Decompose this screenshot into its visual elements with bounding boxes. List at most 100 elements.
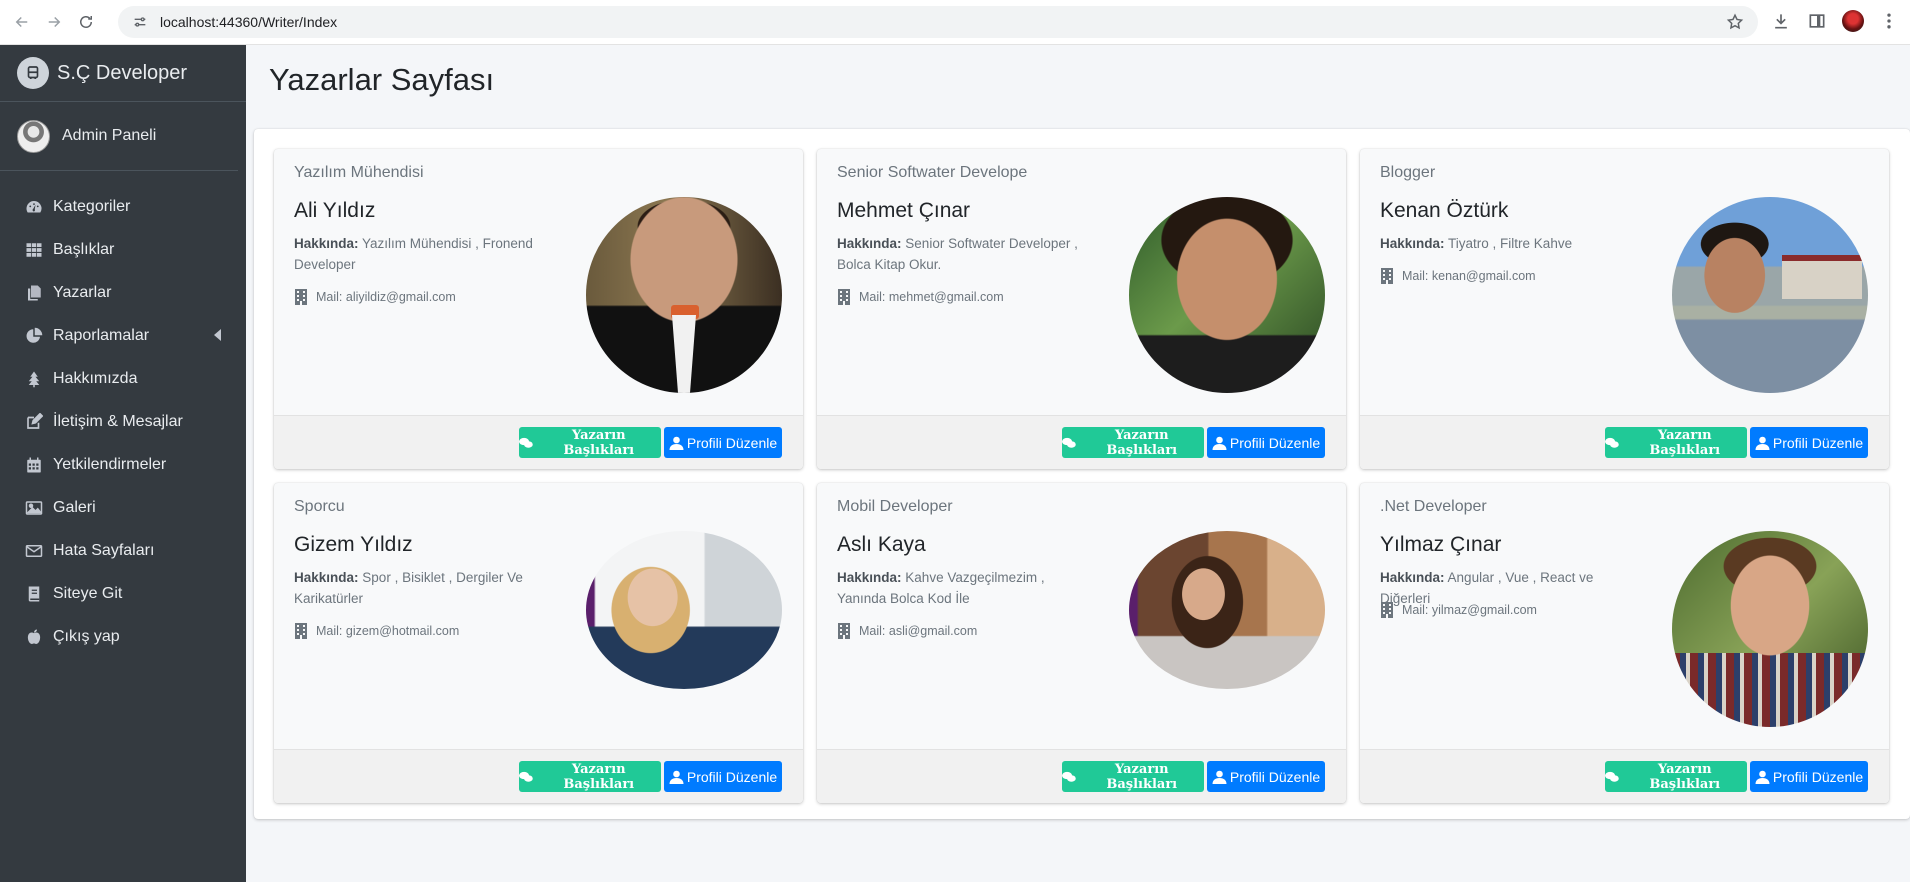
brand-link[interactable]: S.Ç Developer <box>0 45 246 102</box>
sidebar-item-hakkimizda[interactable]: Hakkımızda <box>0 357 246 400</box>
building-icon <box>1381 268 1393 284</box>
user-avatar <box>17 119 50 153</box>
comments-icon <box>1062 437 1076 448</box>
mail-text: Mail: yilmaz@gmail.com <box>1402 603 1537 617</box>
sidebar-item-label: Yazarlar <box>53 283 112 301</box>
edit-profile-button[interactable]: Profili Düzenle <box>1207 761 1325 792</box>
writer-photo <box>1672 197 1868 393</box>
tree-icon <box>24 369 44 389</box>
browser-profile-avatar[interactable] <box>1842 10 1864 32</box>
sidebar-item-label: Galeri <box>53 498 96 516</box>
writer-titles-button[interactable]: Yazarın Başlıkları <box>1605 761 1747 792</box>
edit-profile-button[interactable]: Profili Düzenle <box>1750 427 1868 458</box>
user-icon <box>1755 436 1770 450</box>
about-label: Hakkında: <box>1380 570 1445 585</box>
sidebar-item-label: Çıkış yap <box>53 627 120 645</box>
writer-mail: Mail: asli@gmail.com <box>837 623 977 639</box>
writer-mail: Mail: gizem@hotmail.com <box>294 623 459 639</box>
back-arrow-icon[interactable] <box>8 8 36 36</box>
building-icon <box>295 289 307 305</box>
side-panel-icon[interactable] <box>1806 10 1828 32</box>
sidebar-item-iletisim[interactable]: İletişim & Mesajlar <box>0 400 246 443</box>
sidebar-item-basliklar[interactable]: Başlıklar <box>0 228 246 271</box>
about-text: Tiyatro , Filtre Kahve <box>1448 236 1573 251</box>
about-label: Hakkında: <box>837 570 902 585</box>
card-footer: Yazarın Başlıkları Profili Düzenle <box>817 749 1346 803</box>
sidebar-item-label: Kategoriler <box>53 197 131 215</box>
writer-mail: Mail: yilmaz@gmail.com <box>1380 602 1537 618</box>
user-panel[interactable]: Admin Paneli <box>0 102 238 171</box>
sidebar-item-galeri[interactable]: Galeri <box>0 486 246 529</box>
edit-profile-button[interactable]: Profili Düzenle <box>664 761 782 792</box>
sidebar-item-yazarlar[interactable]: Yazarlar <box>0 271 246 314</box>
writer-title: Yazılım Mühendisi <box>294 164 424 181</box>
edit-profile-label: Profili Düzenle <box>1229 434 1321 451</box>
url-text[interactable]: localhost:44360/Writer/Index <box>160 14 337 30</box>
about-label: Hakkında: <box>294 570 359 585</box>
comments-icon <box>1062 771 1076 782</box>
more-vert-icon[interactable] <box>1878 10 1900 32</box>
chevron-left-icon[interactable] <box>212 328 224 342</box>
edit-profile-label: Profili Düzenle <box>686 768 778 785</box>
writer-name: Aslı Kaya <box>837 533 926 556</box>
address-bar[interactable]: localhost:44360/Writer/Index <box>118 6 1758 38</box>
writer-name: Kenan Öztürk <box>1380 199 1509 222</box>
sidebar-item-yetkilendirmeler[interactable]: Yetkilendirmeler <box>0 443 246 486</box>
sidebar-item-label: Hata Sayfaları <box>53 541 155 559</box>
download-icon[interactable] <box>1770 10 1792 32</box>
comments-icon <box>1605 437 1619 448</box>
writer-titles-button[interactable]: Yazarın Başlıkları <box>1062 427 1204 458</box>
writers-container: Yazılım Mühendisi Ali Yıldız Hakkında: Y… <box>254 129 1910 819</box>
sidebar-item-label: Hakkımızda <box>53 369 138 387</box>
edit-profile-button[interactable]: Profili Düzenle <box>1750 761 1868 792</box>
edit-profile-label: Profili Düzenle <box>1772 768 1864 785</box>
writer-titles-button[interactable]: Yazarın Başlıkları <box>519 427 661 458</box>
card-footer: Yazarın Başlıkları Profili Düzenle <box>817 415 1346 469</box>
edit-profile-button[interactable]: Profili Düzenle <box>1207 427 1325 458</box>
about-label: Hakkında: <box>294 236 359 251</box>
site-settings-icon[interactable] <box>132 14 148 30</box>
user-icon <box>1212 770 1227 784</box>
writer-titles-button[interactable]: Yazarın Başlıkları <box>1062 761 1204 792</box>
sidebar-item-kategoriler[interactable]: Kategoriler <box>0 185 246 228</box>
writer-about: Hakkında: Spor , Bisiklet , Dergiler Ve … <box>294 567 544 609</box>
writer-card: Sporcu Gizem Yıldız Hakkında: Spor , Bis… <box>274 483 803 803</box>
sidebar-item-hata-sayfalari[interactable]: Hata Sayfaları <box>0 529 246 572</box>
card-footer: Yazarın Başlıkları Profili Düzenle <box>1360 749 1889 803</box>
writer-name: Ali Yıldız <box>294 199 376 222</box>
forward-arrow-icon[interactable] <box>40 8 68 36</box>
sidebar-item-siteye-git[interactable]: Siteye Git <box>0 572 246 615</box>
writer-title: Mobil Developer <box>837 498 953 515</box>
shirt-shape <box>672 315 696 393</box>
bookmark-star-icon[interactable] <box>1726 13 1744 31</box>
writer-titles-button[interactable]: Yazarın Başlıkları <box>1605 427 1747 458</box>
sidebar-item-raporlamalar[interactable]: Raporlamalar <box>0 314 246 357</box>
sidebar-menu: Kategoriler Başlıklar Yazarlar Raporlama… <box>0 171 246 658</box>
about-label: Hakkında: <box>1380 236 1445 251</box>
writer-card: Mobil Developer Aslı Kaya Hakkında: Kahv… <box>817 483 1346 803</box>
user-name[interactable]: Admin Paneli <box>62 127 156 145</box>
writer-titles-button[interactable]: Yazarın Başlıkları <box>519 761 661 792</box>
building-icon <box>838 289 850 305</box>
writer-title: Blogger <box>1380 164 1436 181</box>
copy-icon <box>24 283 44 303</box>
user-icon <box>669 436 684 450</box>
mail-text: Mail: mehmet@gmail.com <box>859 290 1004 304</box>
writer-titles-label: Yazarın Başlıkları <box>1649 427 1721 458</box>
building-icon <box>1381 602 1393 618</box>
edit-profile-button[interactable]: Profili Düzenle <box>664 427 782 458</box>
writer-photo <box>586 197 782 393</box>
building-icon <box>295 623 307 639</box>
writer-about: Hakkında: Yazılım Mühendisi , Fronend De… <box>294 233 544 275</box>
card-footer: Yazarın Başlıkları Profili Düzenle <box>1360 415 1889 469</box>
writer-mail: Mail: kenan@gmail.com <box>1380 268 1536 284</box>
reload-icon[interactable] <box>72 8 100 36</box>
envelope-icon <box>24 541 44 561</box>
writer-title: Senior Softwater Develope <box>837 164 1028 181</box>
writer-card: .Net Developer Yılmaz Çınar Hakkında: An… <box>1360 483 1889 803</box>
writer-titles-label: Yazarın Başlıkları <box>563 761 635 792</box>
writer-title: .Net Developer <box>1380 498 1487 515</box>
sidebar-item-cikis[interactable]: Çıkış yap <box>0 615 246 658</box>
writer-about: Hakkında: Senior Softwater Developer , B… <box>837 233 1087 275</box>
edit-profile-label: Profili Düzenle <box>686 434 778 451</box>
